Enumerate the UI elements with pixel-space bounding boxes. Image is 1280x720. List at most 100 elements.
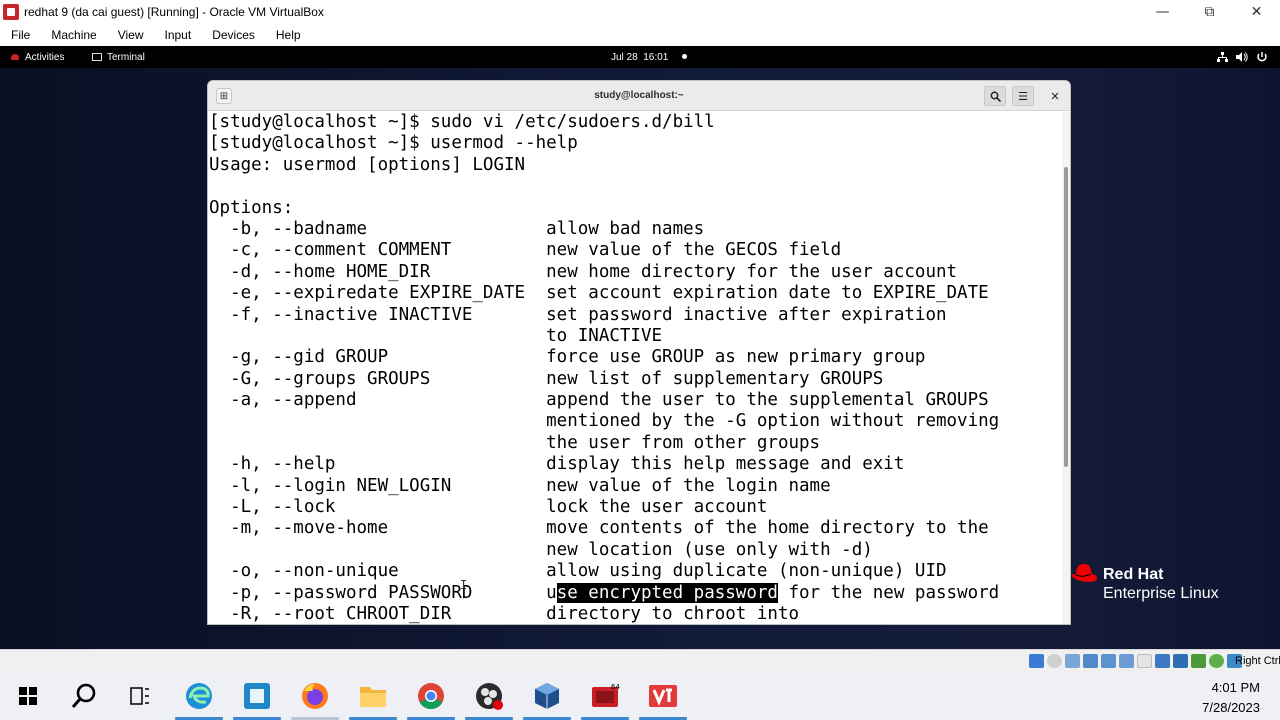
redhat-logo-icon [11,54,19,60]
terminal-scrollbar[interactable] [1062,112,1070,624]
windows-start-icon [19,687,37,705]
app-icon [244,683,270,709]
gnome-topbar: Activities Terminal Jul 28 16:01 [0,46,1280,68]
terminal-line: the user from other groups [209,432,821,453]
terminal-line: -e, --expiredate EXPIRE_DATE set account… [209,283,989,304]
terminal-line: [study@localhost ~]$ usermod --help [209,133,578,154]
ibeam-cursor-icon: I [460,578,468,592]
text-selection[interactable]: se encrypted password [556,582,778,603]
app-menu-label: Terminal [107,51,145,63]
recording-icon[interactable] [1173,654,1188,668]
window-controls: — ⧉ ✕ [1139,0,1280,24]
host-key-label: Right Ctrl [1235,655,1280,667]
terminal-line: mentioned by the -G option without remov… [209,411,1000,432]
terminal-line: -g, --gid GROUP force use GROUP as new p… [209,347,926,368]
search-icon [71,683,96,708]
terminal-menu-button[interactable]: ☰ [1012,86,1034,106]
power-icon [1257,52,1267,62]
activities-label: Activities [25,51,65,63]
task-view-button[interactable] [124,680,156,712]
taskbar-virtualbox-vm[interactable]: 64 [589,680,621,712]
taskbar-firefox[interactable] [299,680,331,712]
taskbar-vb-app[interactable] [647,680,679,712]
usb-icon[interactable] [1101,654,1116,668]
vb-app-icon [649,685,677,707]
terminal-line: -o, --non-unique allow using duplicate (… [209,561,947,582]
taskbar-clock[interactable]: 4:01 PM 7/28/2023 [1202,678,1260,718]
taskbar-file-explorer[interactable] [357,680,389,712]
password-line-end: for the new password [777,582,1000,603]
display-icon[interactable] [1137,654,1152,668]
restore-button[interactable]: ⧉ [1186,0,1233,24]
file-explorer-icon [360,687,386,707]
cpu-icon[interactable] [1191,654,1206,668]
taskbar-obs[interactable] [473,680,505,712]
terminal-line: [study@localhost ~]$ sudo vi /etc/sudoer… [209,112,715,132]
audio-icon[interactable] [1065,654,1080,668]
svg-text:64: 64 [611,683,620,691]
notification-dot-icon [682,54,687,59]
terminal-output[interactable]: [study@localhost ~]$ sudo vi /etc/sudoer… [208,112,1064,624]
terminal-line: -h, --help display this help message and… [209,454,905,475]
menu-machine[interactable]: Machine [51,28,96,42]
terminal-close-button[interactable]: ✕ [1044,86,1066,106]
edge-icon [186,683,212,709]
mouse-integration-icon[interactable] [1209,654,1224,668]
terminal-line: Options: [209,197,294,218]
virtualbox-menubar: File Machine View Input Devices Help [0,24,1280,46]
terminal-line: -R, --root CHROOT_DIR directory to chroo… [209,603,800,624]
menu-file[interactable]: File [11,28,30,42]
terminal-line: to INACTIVE [209,325,663,346]
menu-devices[interactable]: Devices [212,28,255,42]
start-button[interactable] [12,680,44,712]
redhat-hat-icon [1071,564,1097,582]
volume-icon [1236,52,1248,62]
terminal-window[interactable]: ⊞ study@localhost:~ ☰ ✕ [study@localhost… [207,80,1071,625]
terminal-line: -b, --badname allow bad names [209,218,705,239]
clock-date: 7/28/2023 [1202,700,1260,715]
terminal-line: -a, --append append the user to the supp… [209,390,989,411]
virtualbox-app-icon [3,4,19,20]
system-status-area[interactable] [1217,52,1268,62]
guest-desktop: Activities Terminal Jul 28 16:01 ⊞ study… [0,46,1280,649]
gnome-clock[interactable]: Jul 28 16:01 [611,52,668,63]
menu-help[interactable]: Help [276,28,301,42]
virtualbox-vm-icon: 64 [592,683,620,707]
terminal-line-password: -p, --password PASSWORD use encrypted pa… [209,582,1064,604]
task-view-icon [130,687,149,705]
taskbar-chrome[interactable] [415,680,447,712]
vm-device-icons [1029,654,1242,668]
app-menu-terminal[interactable]: Terminal [92,52,145,63]
virtualbox-titlebar: redhat 9 (da cai guest) [Running] - Orac… [0,0,1280,24]
brand-subtitle: Enterprise Linux [1103,585,1219,602]
taskbar-edge[interactable] [183,680,215,712]
terminal-line: -d, --home HOME_DIR new home directory f… [209,261,958,282]
shared-folders-icon[interactable] [1119,654,1134,668]
menu-view[interactable]: View [118,28,144,42]
hamburger-icon: ☰ [1018,90,1028,103]
terminal-title: study@localhost:~ [594,90,684,101]
terminal-line: new location (use only with -d) [209,539,873,560]
terminal-line: -f, --inactive INACTIVE set password ina… [209,304,947,325]
terminal-line: -m, --move-home move contents of the hom… [209,518,989,539]
search-button[interactable] [68,680,100,712]
window-title: redhat 9 (da cai guest) [Running] - Orac… [24,5,324,19]
floppy-icon[interactable] [1047,654,1062,668]
scrollbar-thumb[interactable] [1064,167,1068,467]
terminal-line: Usage: usermod [options] LOGIN [209,154,526,175]
video-capture-icon[interactable] [1155,654,1170,668]
close-button[interactable]: ✕ [1233,0,1280,24]
optical-drive-icon[interactable] [1029,654,1044,668]
terminal-icon [92,53,102,61]
terminal-search-button[interactable] [984,86,1006,106]
menu-input[interactable]: Input [165,28,192,42]
taskbar-app[interactable] [241,680,273,712]
minimize-button[interactable]: — [1139,0,1186,24]
network-adapter-icon[interactable] [1083,654,1098,668]
taskbar-virtualbox[interactable] [531,680,563,712]
clock-time: 4:01 PM [1211,680,1260,695]
network-icon [1217,52,1228,62]
activities-button[interactable]: Activities [11,52,64,63]
terminal-line: -c, --comment COMMENT new value of the G… [209,240,842,261]
